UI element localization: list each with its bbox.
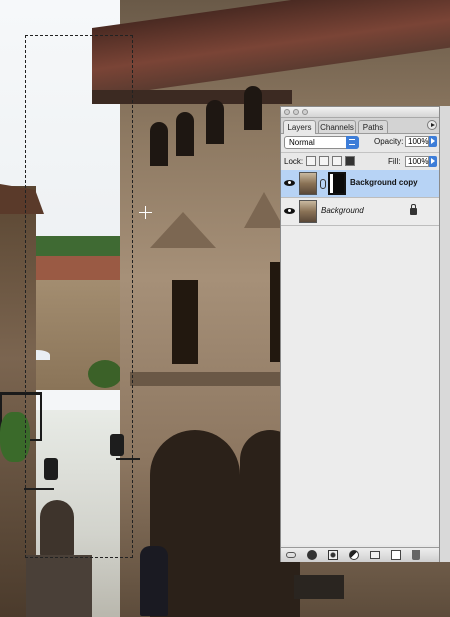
tab-channels[interactable]: Channels [318,120,356,133]
lock-row: Lock: Fill: 100% [281,152,439,172]
opacity-field[interactable]: 100% [405,136,429,147]
layer-style-icon[interactable] [307,550,317,560]
layer-name: Background [321,206,364,215]
palette-menu-icon[interactable] [427,120,437,130]
layer-thumbnail [299,172,317,195]
window-scrollbar[interactable] [440,106,450,562]
palette-tabs: Layers Channels Paths [281,118,439,134]
fill-label: Fill: [388,157,401,166]
arched-window [150,122,168,166]
minimize-icon[interactable] [293,109,299,115]
lock-image-icon[interactable] [319,156,329,166]
opacity-slider-icon[interactable] [429,136,437,147]
layers-list: Background copy Background [281,170,439,545]
palette-titlebar[interactable] [281,107,439,118]
add-mask-icon[interactable] [328,550,338,560]
fill-field[interactable]: 100% [405,156,429,167]
person [140,546,168,616]
bench [294,575,344,599]
layer-mask-thumbnail[interactable] [328,172,346,195]
crosshair-cursor-icon [139,206,152,219]
layer-lock-icon [410,204,417,215]
arched-window [244,86,262,130]
layers-bottom-bar [281,547,439,562]
layer-row-background-copy[interactable]: Background copy [281,170,439,198]
blend-row: Normal Opacity: 100% [281,134,439,152]
tab-paths[interactable]: Paths [358,120,388,133]
selection-marquee[interactable] [25,35,133,558]
close-icon[interactable] [284,109,290,115]
arched-window [206,100,224,144]
layer-thumbnail [299,200,317,223]
visibility-eye-icon[interactable] [284,207,295,216]
blend-mode-value: Normal [289,138,315,147]
fill-slider-icon[interactable] [429,156,437,167]
mask-link-icon[interactable] [320,179,326,189]
zoom-icon[interactable] [302,109,308,115]
lock-all-icon[interactable] [345,156,355,166]
lock-position-icon[interactable] [332,156,342,166]
layer-row-background[interactable]: Background [281,198,439,226]
layers-palette: Layers Channels Paths Normal Opacity: 10… [280,106,440,562]
opacity-label: Opacity: [374,137,404,146]
lock-label: Lock: [284,157,304,166]
new-group-icon[interactable] [370,551,380,559]
building-window [172,280,198,364]
visibility-eye-icon[interactable] [284,179,295,188]
new-layer-icon[interactable] [391,550,401,560]
adjustment-layer-icon[interactable] [349,550,359,560]
layer-name: Background copy [350,178,418,187]
stone-pillar [26,555,92,617]
trash-icon[interactable] [412,550,420,560]
link-layers-icon[interactable] [286,552,296,558]
chevron-updown-icon[interactable] [346,136,359,149]
blend-mode-select[interactable]: Normal [284,136,359,149]
tab-layers[interactable]: Layers [283,120,316,134]
lock-transparency-icon[interactable] [306,156,316,166]
arched-window [176,112,194,156]
